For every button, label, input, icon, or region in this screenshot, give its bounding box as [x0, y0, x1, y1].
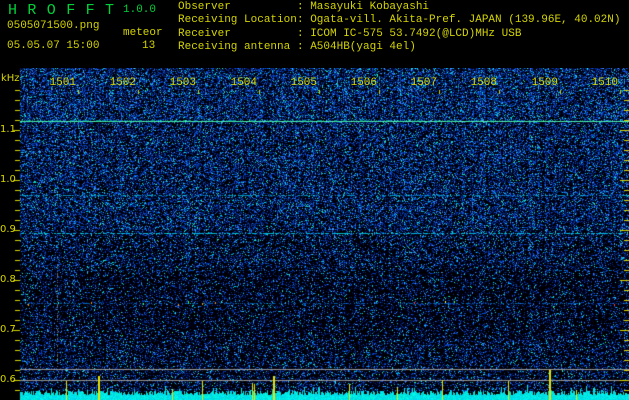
freq-label-0.9: 0.9	[0, 224, 16, 235]
info-value: ICOM IC-575 53.7492(@LCD)MHz USB	[310, 27, 522, 40]
echo-count: 13	[142, 40, 156, 52]
info-separator: :	[297, 1, 311, 13]
info-key: Receiving Location	[178, 14, 297, 27]
info-value: Masayuki Kobayashi	[310, 1, 430, 13]
frequency-axis-unit: kHz	[1, 73, 20, 84]
freq-label-0.7: 0.7	[0, 324, 16, 335]
info-key: Receiver	[178, 27, 231, 40]
info-key: Receiving antenna	[178, 41, 291, 54]
output-filename: 0505071500.png	[7, 20, 100, 32]
info-row-location: Receiving Location: Ogata-vill. Akita-Pr…	[178, 14, 620, 27]
info-row-observer: Observer: Masayuki Kobayashi	[178, 1, 620, 14]
freq-label-0.6: 0.6	[0, 374, 16, 385]
info-value: A504HB(yagi 4el)	[310, 41, 416, 54]
time-label-1509: 1509	[531, 77, 558, 89]
info-row-receiver: Receiver: ICOM IC-575 53.7492(@LCD)MHz U…	[178, 28, 620, 41]
info-key: Observer	[178, 1, 231, 13]
time-label-1505: 1505	[290, 77, 317, 89]
time-label-1508: 1508	[470, 77, 497, 89]
station-info: Observer: Masayuki Kobayashi Receiving L…	[178, 1, 620, 55]
info-separator: :	[297, 14, 311, 27]
hrofft-window: H R O F F T 1.0.0 0505071500.png meteor …	[0, 0, 629, 400]
info-separator: :	[297, 27, 311, 40]
time-label-1506: 1506	[350, 77, 377, 89]
time-label-1503: 1503	[169, 77, 196, 89]
app-version: 1.0.0	[123, 4, 157, 16]
observation-datetime: 05.05.07 15:00	[7, 40, 100, 52]
time-label-1501: 1501	[49, 77, 76, 89]
time-label-1502: 1502	[109, 77, 136, 89]
freq-label-0.8: 0.8	[0, 274, 16, 285]
observation-mode: meteor	[123, 27, 163, 39]
info-value: Ogata-vill. Akita-Pref. JAPAN (139.96E, …	[310, 14, 621, 27]
time-label-1510: 1510	[591, 77, 618, 89]
app-title: H R O F F T	[8, 2, 115, 19]
time-label-1507: 1507	[410, 77, 437, 89]
freq-label-1.0: 1.0	[0, 174, 16, 185]
spectrogram-canvas	[0, 68, 629, 400]
info-row-antenna: Receiving antenna: A504HB(yagi 4el)	[178, 41, 620, 54]
time-label-1504: 1504	[230, 77, 257, 89]
info-separator: :	[297, 41, 311, 54]
freq-label-1.1: 1.1	[0, 124, 16, 135]
